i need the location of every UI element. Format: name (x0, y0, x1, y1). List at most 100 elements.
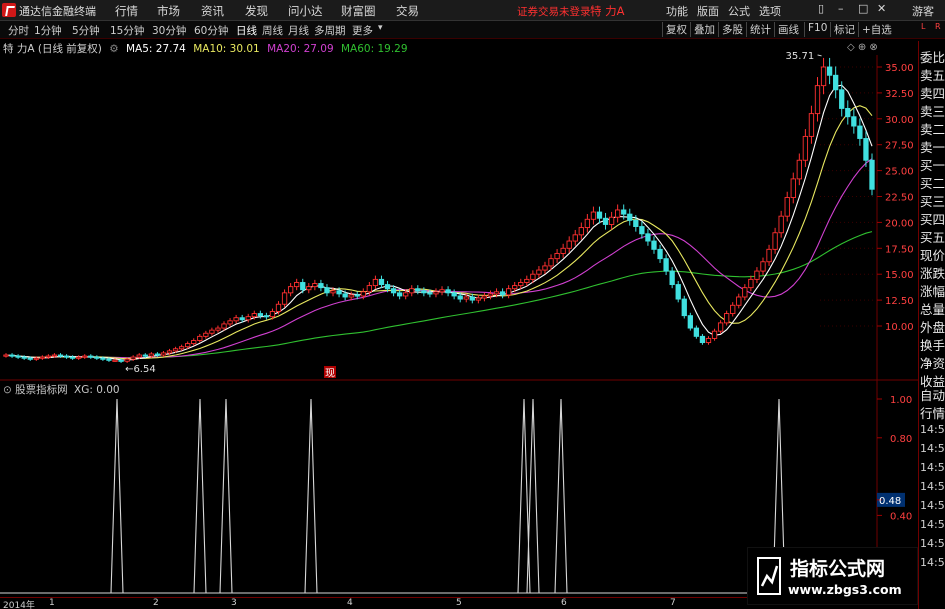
menu-caifuquan[interactable]: 财富圈 (341, 3, 376, 19)
candle-body (427, 292, 433, 295)
high-arrow-icon (817, 54, 822, 57)
sidebar-item[interactable]: 现价 (920, 245, 945, 263)
minimize-icon[interactable]: – (838, 2, 844, 15)
candle-body (88, 355, 94, 358)
sidebar-item[interactable]: 卖四 (920, 83, 945, 101)
y-tick-label: 30.00 (885, 115, 914, 126)
tab-5min[interactable]: 5分钟 (72, 23, 100, 38)
menu-xuanxiang[interactable]: 选项 (759, 3, 781, 19)
sidebar-item[interactable]: 卖一 (920, 137, 945, 155)
price-chart[interactable]: 35.00 32.50 30.00 27.50 25.00 22.50 20.00 17.50… (0, 41, 918, 597)
tab-daily[interactable]: 日线 (236, 23, 257, 38)
y-tick-label: 22.50 (885, 193, 914, 204)
sidebar-item[interactable]: 外盘 (920, 317, 945, 335)
candle-body (203, 332, 209, 337)
candle-body (76, 356, 82, 359)
tab-30min[interactable]: 30分钟 (152, 23, 186, 38)
candle-body (166, 350, 173, 354)
candle-body (657, 248, 663, 260)
candle-body (215, 327, 221, 331)
f10-button[interactable]: F10 (804, 22, 827, 37)
sidebar-item[interactable]: 涨幅 (920, 281, 945, 299)
candle-body (711, 330, 718, 339)
menu-banmian[interactable]: 版面 (697, 3, 719, 19)
candle-body (493, 291, 500, 295)
sidebar-item[interactable]: 卖五 (920, 65, 945, 83)
menu-shichang[interactable]: 市场 (157, 3, 180, 19)
candle-body (699, 335, 706, 344)
candle-body (826, 66, 833, 76)
tab-fenshi[interactable]: 分时 (8, 23, 29, 38)
sidebar-item[interactable]: 换手 (920, 335, 945, 353)
candle-body (748, 278, 754, 289)
indicator-header: ⊙ 股票指标网 XG: 0.00 (3, 382, 120, 397)
xg-signal-spike (219, 398, 233, 594)
duogu-button[interactable]: 多股 (718, 22, 743, 37)
close-icon[interactable]: ✕ (877, 2, 886, 15)
candle-body (596, 211, 603, 219)
tab-multi-period[interactable]: 多周期 (314, 23, 346, 38)
candle-body (82, 355, 88, 358)
sidebar-item[interactable]: 买五 (920, 227, 945, 245)
candle-body (796, 159, 802, 180)
tab-1min[interactable]: 1分钟 (34, 23, 62, 38)
menu-jiaoyi[interactable]: 交易 (396, 3, 419, 19)
sidebar-item[interactable]: 买一 (920, 155, 945, 173)
candle-body (669, 270, 675, 286)
fuquan-button[interactable]: 复权 (662, 22, 687, 37)
menu-hangqing[interactable]: 行情 (115, 3, 138, 19)
sidebar-item[interactable]: 涨跌 (920, 263, 945, 281)
candle-body (651, 240, 657, 250)
biaoji-button[interactable]: 标记 (830, 22, 855, 37)
menu-zixun[interactable]: 资讯 (201, 3, 224, 19)
candle-body (572, 234, 578, 242)
tab-monthly[interactable]: 月线 (288, 23, 309, 38)
sidebar-item[interactable]: 买三 (920, 191, 945, 209)
menu-gongneng[interactable]: 功能 (666, 3, 688, 19)
candle-body (724, 313, 730, 324)
restore-icon[interactable]: ▯ (818, 2, 824, 15)
sidebar-item[interactable]: 净资 (920, 353, 945, 371)
candle-body (366, 285, 373, 293)
sidebar-auto-button[interactable]: 自动 (920, 385, 945, 403)
tab-60min[interactable]: 60分钟 (194, 23, 228, 38)
sidebar-item[interactable]: 卖二 (920, 119, 945, 137)
more-chevron-icon[interactable]: ▾ (378, 23, 383, 33)
sidebar-item[interactable]: 总量 (920, 299, 945, 317)
candle-body (566, 240, 572, 249)
candle-body (772, 232, 778, 250)
sidebar-item[interactable]: 委比 (920, 47, 945, 65)
sidebar-quote-button[interactable]: 行情 (920, 403, 945, 421)
xg-tick-label: 0.48 (879, 496, 901, 507)
menu-wenxiaoda[interactable]: 问小达 (288, 3, 323, 19)
maximize-icon[interactable]: □ (858, 2, 868, 15)
login-status[interactable]: 证券交易未登录 (517, 4, 591, 19)
tab-more[interactable]: 更多 (352, 23, 373, 38)
sidebar-item[interactable]: 买四 (920, 209, 945, 227)
candle-body (857, 125, 863, 139)
huaxian-button[interactable]: 画线 (774, 22, 799, 37)
menu-faxian[interactable]: 发现 (245, 3, 268, 19)
tongji-button[interactable]: 统计 (746, 22, 771, 37)
candle-body (3, 354, 9, 357)
axis-left-label[interactable]: L (921, 22, 925, 31)
indicator-name[interactable]: 股票指标网 (15, 384, 68, 396)
candle-body (736, 296, 742, 306)
candle-body (148, 353, 154, 357)
diejia-button[interactable]: 叠加 (690, 22, 715, 37)
candle-body (63, 355, 70, 358)
add-watchlist-button[interactable]: +自选 (858, 22, 892, 37)
tab-weekly[interactable]: 周线 (262, 23, 283, 38)
candle-body (548, 258, 554, 267)
tab-15min[interactable]: 15分钟 (110, 23, 144, 38)
axis-right-label[interactable]: R (935, 22, 941, 31)
marker-label: 现 (325, 368, 335, 380)
candle-body (693, 327, 700, 337)
sidebar-item[interactable]: 买二 (920, 173, 945, 191)
guest-user[interactable]: 游客 (912, 3, 934, 19)
sidebar-item[interactable]: 卖三 (920, 101, 945, 119)
indicator-gear-icon[interactable]: ⊙ (3, 384, 12, 396)
candle-body (409, 288, 415, 294)
menu-gongshi[interactable]: 公式 (728, 3, 750, 19)
xg-signal-spike (193, 398, 207, 594)
